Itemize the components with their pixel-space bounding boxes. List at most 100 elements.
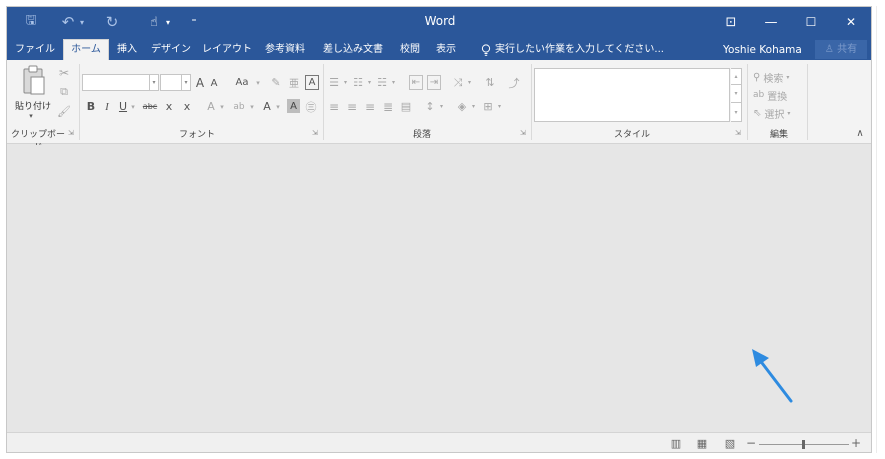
font-name-dropdown-icon[interactable]: ▾ bbox=[150, 74, 159, 91]
tell-me-placeholder: 実行したい作業を入力してください... bbox=[495, 44, 664, 55]
tab-review[interactable]: 校閲 bbox=[395, 40, 425, 60]
cut-icon[interactable]: ✂ bbox=[57, 66, 71, 80]
paragraph-group-label: 段落 bbox=[412, 130, 431, 140]
numbering-icon[interactable]: ☷ bbox=[351, 75, 365, 90]
highlight-icon[interactable]: ab bbox=[231, 99, 247, 114]
paste-dropdown-icon[interactable]: ▾ bbox=[25, 112, 37, 120]
phonetic-guide-icon[interactable]: 亜 bbox=[287, 75, 301, 90]
align-left-icon[interactable]: ≡ bbox=[327, 99, 341, 114]
user-name[interactable]: Yoshie Kohama bbox=[723, 40, 802, 60]
increase-indent-icon[interactable]: ⇥ bbox=[427, 75, 441, 90]
borders-icon[interactable]: ⊞ bbox=[481, 99, 495, 114]
clipboard-launcher-icon[interactable]: ⇲ bbox=[68, 129, 74, 137]
ribbon-display-options-icon[interactable]: ⊡ bbox=[711, 7, 751, 37]
minimize-icon[interactable]: — bbox=[751, 7, 791, 37]
styles-scroll-down-icon[interactable]: ▾ bbox=[731, 85, 742, 103]
multilevel-list-dropdown-icon[interactable]: ▾ bbox=[390, 75, 397, 90]
subscript-icon[interactable]: x bbox=[163, 99, 175, 114]
replace-icon: ab bbox=[753, 90, 765, 100]
paste-label[interactable]: 貼り付け bbox=[11, 98, 55, 112]
clear-formatting-icon[interactable]: ✎ bbox=[269, 75, 283, 90]
styles-gallery[interactable] bbox=[534, 68, 730, 122]
show-formatting-icon[interactable]: ⤴ bbox=[507, 75, 521, 90]
tab-view[interactable]: 表示 bbox=[431, 40, 461, 60]
line-spacing-icon[interactable]: ↕ bbox=[423, 99, 437, 114]
zoom-slider-thumb[interactable] bbox=[802, 440, 805, 449]
find-button[interactable]: ⚲ 検索 ▾ bbox=[753, 70, 805, 85]
highlight-dropdown-icon[interactable]: ▾ bbox=[248, 99, 256, 114]
text-effects-dropdown-icon[interactable]: ▾ bbox=[218, 99, 226, 114]
zoom-out-icon[interactable]: − bbox=[744, 436, 758, 450]
multilevel-list-icon[interactable]: ☵ bbox=[375, 75, 389, 90]
print-layout-icon[interactable]: ▦ bbox=[695, 437, 709, 450]
asian-layout-dropdown-icon[interactable]: ▾ bbox=[466, 75, 473, 90]
web-layout-icon[interactable]: ▧ bbox=[723, 437, 737, 450]
tab-mailings[interactable]: 差し込み文書 bbox=[317, 40, 389, 60]
styles-more-icon[interactable]: ▾ bbox=[731, 103, 742, 122]
share-button[interactable]: ♙ 共有 bbox=[815, 40, 867, 59]
tab-layout[interactable]: レイアウト bbox=[199, 40, 255, 60]
underline-dropdown-icon[interactable]: ▾ bbox=[129, 99, 137, 114]
shading-icon[interactable]: ◈ bbox=[455, 99, 469, 114]
tab-design[interactable]: デザイン bbox=[147, 40, 195, 60]
enclose-characters-icon[interactable]: ㊂ bbox=[304, 99, 318, 114]
font-color-dropdown-icon[interactable]: ▾ bbox=[274, 99, 282, 114]
change-case-dropdown-icon[interactable]: ▾ bbox=[254, 75, 262, 90]
shading-dropdown-icon[interactable]: ▾ bbox=[470, 99, 477, 114]
find-label: 検索 bbox=[763, 73, 784, 85]
tab-references[interactable]: 参考資料 bbox=[259, 40, 311, 60]
close-icon[interactable]: ✕ bbox=[831, 7, 871, 37]
select-button[interactable]: ⇖ 選択 ▾ bbox=[753, 106, 805, 121]
text-effects-icon[interactable]: A bbox=[205, 99, 217, 114]
font-group-label: フォント bbox=[178, 130, 215, 140]
align-center-icon[interactable]: ≡ bbox=[345, 99, 359, 114]
read-mode-icon[interactable]: ▥ bbox=[669, 437, 683, 450]
person-icon: ♙ bbox=[824, 44, 834, 55]
share-label: 共有 bbox=[837, 44, 858, 55]
line-spacing-dropdown-icon[interactable]: ▾ bbox=[438, 99, 445, 114]
document-area[interactable] bbox=[7, 145, 871, 432]
superscript-icon[interactable]: x bbox=[181, 99, 193, 114]
font-size-dropdown-icon[interactable]: ▾ bbox=[182, 74, 191, 91]
font-color-icon[interactable]: A bbox=[261, 99, 273, 114]
character-border-icon[interactable]: A bbox=[305, 75, 319, 90]
format-painter-icon[interactable]: 🖌 bbox=[57, 104, 71, 118]
tab-insert[interactable]: 挿入 bbox=[111, 40, 143, 60]
font-launcher-icon[interactable]: ⇲ bbox=[312, 129, 318, 137]
cursor-arrow-icon: ⇖ bbox=[753, 107, 762, 119]
change-case-icon[interactable]: Aa bbox=[233, 75, 251, 90]
font-size-input[interactable] bbox=[160, 74, 182, 91]
asian-layout-icon[interactable]: ⤨ bbox=[451, 75, 465, 90]
tab-file[interactable]: ファイル bbox=[13, 40, 57, 60]
maximize-icon[interactable]: ☐ bbox=[791, 7, 831, 37]
shrink-font-icon[interactable]: A bbox=[209, 77, 219, 90]
underline-icon[interactable]: U bbox=[117, 99, 129, 114]
bold-icon[interactable]: B bbox=[85, 99, 97, 114]
paragraph-launcher-icon[interactable]: ⇲ bbox=[520, 129, 526, 137]
page-scroll-strip bbox=[876, 6, 885, 453]
italic-icon[interactable]: I bbox=[101, 99, 113, 114]
copy-icon[interactable]: ⧉ bbox=[57, 85, 71, 99]
tell-me-box[interactable]: 実行したい作業を入力してください... bbox=[481, 40, 664, 60]
distributed-icon[interactable]: ▤ bbox=[399, 99, 413, 114]
styles-scroll-up-icon[interactable]: ▴ bbox=[731, 68, 742, 85]
bullets-dropdown-icon[interactable]: ▾ bbox=[342, 75, 349, 90]
replace-button[interactable]: ab 置換 bbox=[753, 88, 805, 103]
sort-icon[interactable]: ⇅ bbox=[483, 75, 497, 90]
paste-icon[interactable] bbox=[19, 65, 47, 97]
zoom-in-icon[interactable]: + bbox=[849, 436, 863, 450]
styles-group-label: スタイル bbox=[613, 130, 650, 140]
font-name-input[interactable] bbox=[82, 74, 150, 91]
numbering-dropdown-icon[interactable]: ▾ bbox=[366, 75, 373, 90]
character-shading-icon[interactable]: A bbox=[287, 99, 300, 113]
justify-icon[interactable]: ≣ bbox=[381, 99, 395, 114]
borders-dropdown-icon[interactable]: ▾ bbox=[496, 99, 503, 114]
align-right-icon[interactable]: ≡ bbox=[363, 99, 377, 114]
grow-font-icon[interactable]: A bbox=[194, 75, 206, 90]
decrease-indent-icon[interactable]: ⇤ bbox=[409, 75, 423, 90]
collapse-ribbon-icon[interactable]: ∧ bbox=[853, 127, 867, 139]
styles-launcher-icon[interactable]: ⇲ bbox=[735, 129, 741, 137]
tab-home[interactable]: ホーム bbox=[63, 39, 109, 60]
bullets-icon[interactable]: ☰ bbox=[327, 75, 341, 90]
strikethrough-icon[interactable]: abc bbox=[141, 99, 159, 114]
